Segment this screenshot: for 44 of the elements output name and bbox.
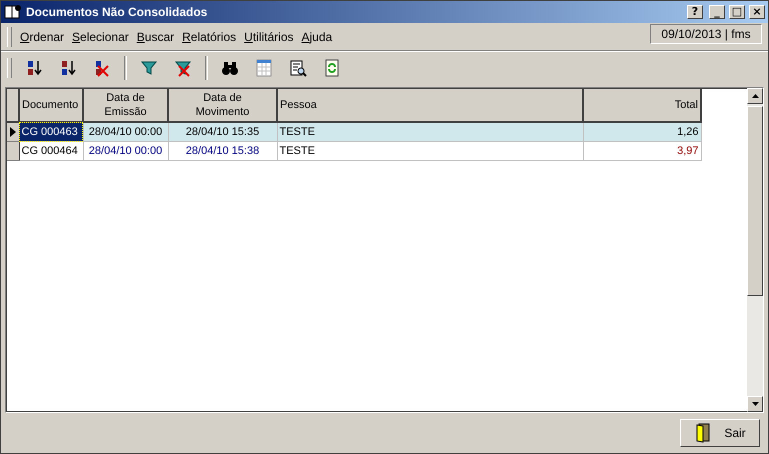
menu-item[interactable]: Ajuda — [298, 30, 336, 44]
column-header[interactable]: Data de Emissão — [83, 89, 168, 122]
table-row[interactable]: CG 000463 28/04/10 00:00 28/04/10 15:35 TESTE 1,26 — [7, 122, 701, 142]
current-row-icon — [8, 127, 17, 137]
table-cell: CG 000464 — [19, 142, 83, 160]
close-button[interactable]: × — [749, 5, 765, 19]
refresh-icon — [323, 58, 341, 76]
table-cell: TESTE — [277, 142, 583, 160]
menu-item[interactable]: Buscar — [132, 30, 178, 44]
table-cell: 28/04/10 15:38 — [168, 142, 277, 160]
print-preview-icon — [289, 58, 307, 76]
table-row[interactable]: CG 000464 28/04/10 00:00 28/04/10 15:38 TESTE 3,97 — [7, 142, 701, 160]
clear-filter-icon — [174, 58, 192, 76]
menu-item[interactable]: Ordenar — [16, 30, 68, 44]
table-cell: CG 000463 — [19, 122, 83, 142]
sort-ascending-icon — [25, 58, 43, 76]
window-title: Documentos Não Consolidados — [26, 5, 208, 19]
table-cell: 28/04/10 00:00 — [83, 122, 168, 142]
column-header[interactable]: Documento — [19, 89, 83, 122]
scroll-down-icon — [752, 402, 758, 406]
column-header[interactable]: Data de Movimento — [168, 89, 277, 122]
grid-icon — [255, 58, 273, 76]
menu-item[interactable]: Relatórios — [178, 30, 240, 44]
clear-sort-icon — [93, 58, 111, 76]
table-cell: 28/04/10 15:35 — [168, 122, 277, 142]
help-button[interactable]: ? — [687, 5, 703, 19]
column-header[interactable]: Total — [583, 89, 701, 122]
scroll-up-icon — [752, 94, 758, 98]
table-cell: TESTE — [277, 122, 583, 142]
table-cell: 28/04/10 00:00 — [83, 142, 168, 160]
exit-button[interactable]: Sair — [680, 419, 760, 447]
column-header[interactable]: Pessoa — [277, 89, 583, 122]
status-field: 09/10/2013 | fms — [650, 24, 762, 44]
sort-descending-icon — [59, 58, 77, 76]
menu-item[interactable]: Selecionar — [68, 30, 133, 44]
door-icon — [694, 423, 712, 443]
scrollbar[interactable] — [747, 88, 763, 412]
minimize-button[interactable]: _ — [709, 5, 725, 19]
filter-icon — [140, 58, 158, 76]
menu-item[interactable]: Utilitários — [240, 30, 298, 44]
table-cell: 3,97 — [583, 142, 701, 160]
maximize-button[interactable]: □ — [729, 5, 745, 19]
table-cell: 1,26 — [583, 122, 701, 142]
book-icon — [4, 3, 22, 21]
